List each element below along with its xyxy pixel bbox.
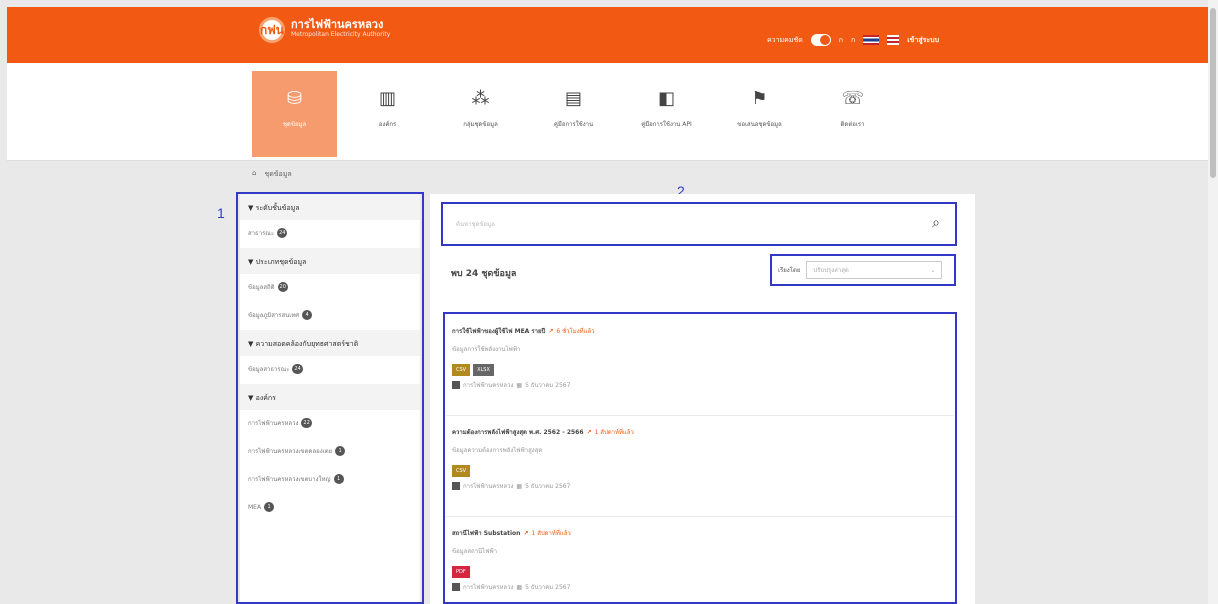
nav-item-label: องค์กร [378,121,397,128]
top-header: กฟน การไฟฟ้านครหลวง Metropolitan Electri… [7,7,1208,63]
nav-item-6[interactable]: ☏ ติดต่อเรา [810,71,895,157]
thai-flag-icon[interactable] [863,35,880,45]
nav-item-4[interactable]: ◧ คู่มือการใช้งาน API [624,71,709,157]
organization-icon: ▥ [378,88,396,109]
nav-item-label: คู่มือการใช้งาน [553,121,594,128]
contact-icon: ☏ [841,88,865,109]
nav-item-label: ชุดข้อมูล [282,121,307,128]
font-size-small-button[interactable]: ก [839,35,843,46]
nav-item-label: ติดต่อเรา [840,121,865,128]
page-scrollbar[interactable] [1208,0,1218,604]
font-size-large-button[interactable]: ก [851,35,855,46]
api-manual-icon: ◧ [657,88,675,109]
nav-item-1[interactable]: ▥ องค์กร [345,71,430,157]
scrollbar-thumb[interactable] [1210,8,1216,178]
annotation-1: 1 [217,205,225,221]
nav-item-2[interactable]: ⁂ กลุ่มชุดข้อมูล [438,71,523,157]
contrast-toggle[interactable] [810,34,831,46]
contrast-label: ความคมชัด [767,35,803,44]
header-tools: ความคมชัด ก ก เข้าสู่ระบบ [767,34,939,46]
nav-item-0[interactable]: ⛁ ชุดข้อมูล [252,71,337,157]
manual-icon: ▤ [564,88,582,109]
nav-item-label: คู่มือการใช้งาน API [641,121,692,128]
annotation-frame-sort [770,254,956,286]
breadcrumb: ⌂ ชุดข้อมูล [252,169,292,180]
request-icon: ⚑ [751,88,768,109]
home-icon[interactable]: ⌂ [252,169,256,180]
dataset-icon: ⛁ [286,88,303,109]
nav-item-label: ขอเสนอชุดข้อมูล [737,121,782,128]
nav-item-label: กลุ่มชุดข้อมูล [463,121,498,128]
annotation-frame-search [441,202,957,246]
breadcrumb-current: ชุดข้อมูล [264,170,292,178]
annotation-frame-list [443,312,957,604]
login-link[interactable]: เข้าสู่ระบบ [907,35,939,46]
nav-item-3[interactable]: ▤ คู่มือการใช้งาน [531,71,616,157]
annotation-frame-sidebar [236,192,424,604]
group-icon: ⁂ [471,88,490,109]
logo-emblem-icon: กฟน [259,17,285,43]
english-flag-icon[interactable] [887,35,900,45]
brand-logo[interactable]: กฟน การไฟฟ้านครหลวง Metropolitan Electri… [259,17,390,43]
result-count: พบ 24 ชุดข้อมูล [451,269,517,279]
nav-item-5[interactable]: ⚑ ขอเสนอชุดข้อมูล [717,71,802,157]
brand-title: การไฟฟ้านครหลวง [291,18,384,31]
brand-subtitle: Metropolitan Electricity Authority [291,31,391,38]
